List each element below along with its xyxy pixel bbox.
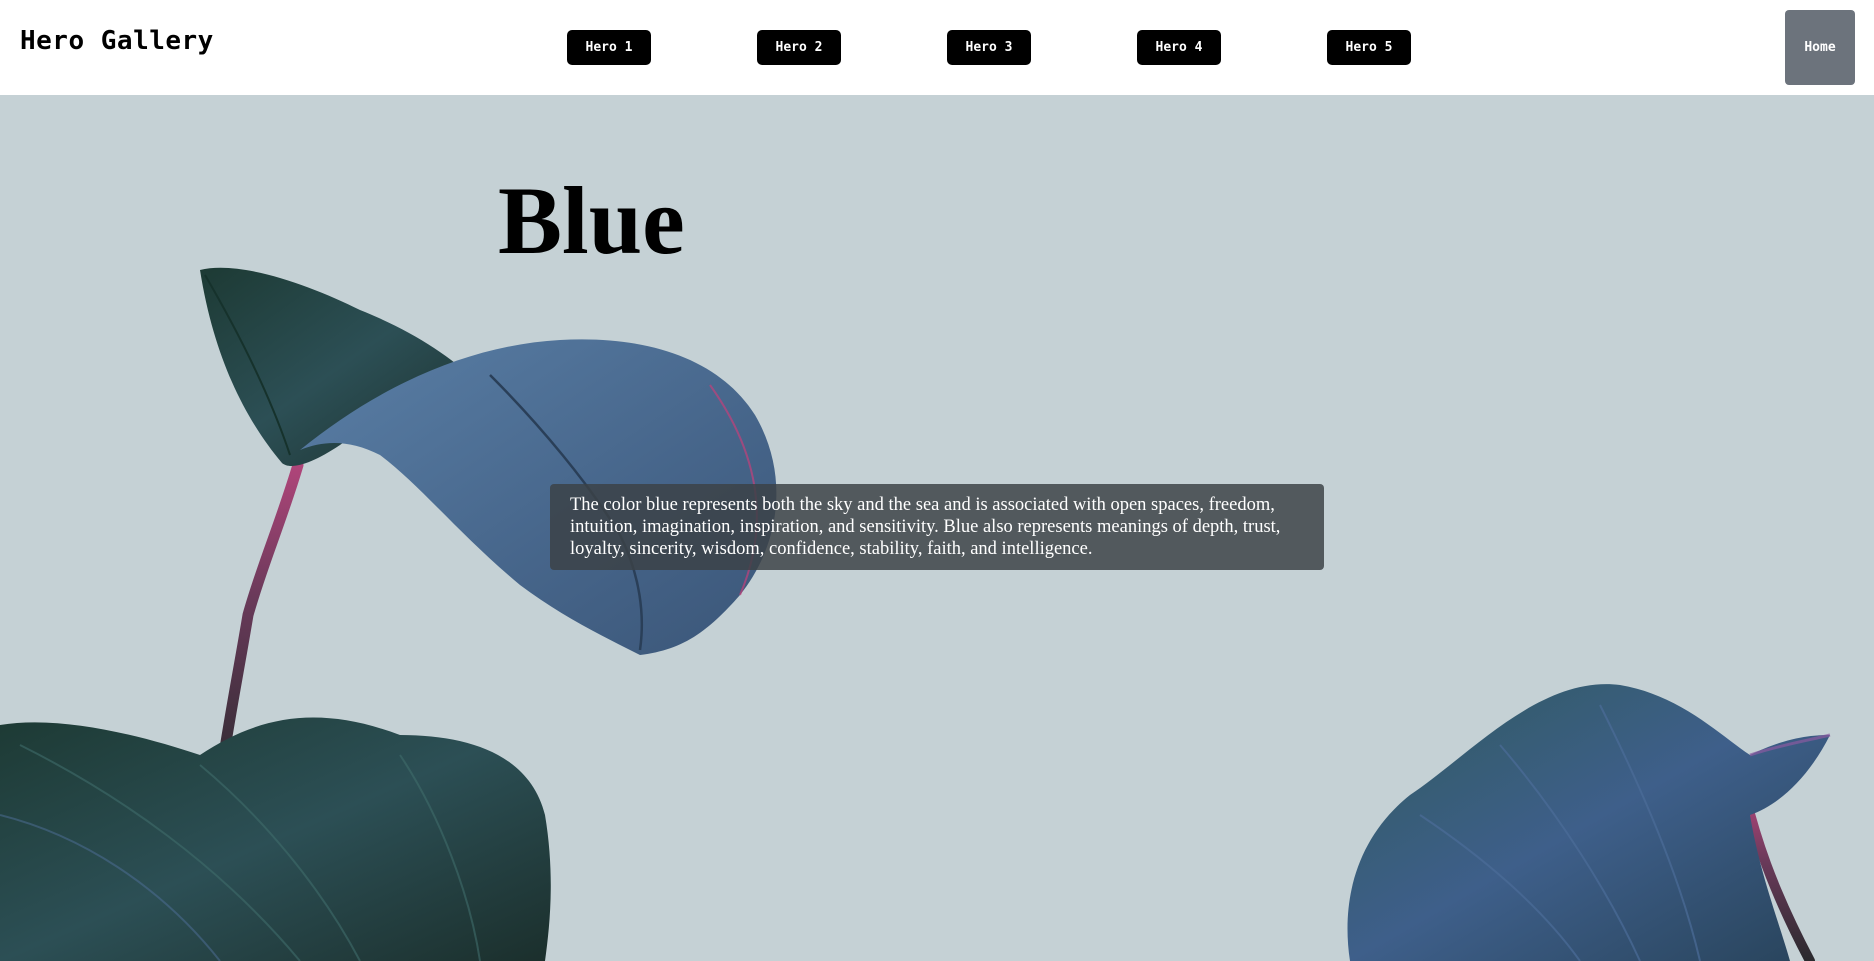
top-header: Hero Gallery Hero 1 Hero 2 Hero 3 Hero 4… [0, 0, 1874, 95]
nav-hero-5-button[interactable]: Hero 5 [1327, 30, 1411, 65]
hero-section: Blue The color blue represents both the … [0, 95, 1874, 961]
nav-hero-2-button[interactable]: Hero 2 [757, 30, 841, 65]
home-button[interactable]: Home [1785, 10, 1855, 85]
nav-hero-1-button[interactable]: Hero 1 [567, 30, 651, 65]
hero-title: Blue [498, 167, 685, 274]
nav-hero-4-button[interactable]: Hero 4 [1137, 30, 1221, 65]
hero-description: The color blue represents both the sky a… [550, 484, 1324, 570]
nav-hero-3-button[interactable]: Hero 3 [947, 30, 1031, 65]
brand-title: Hero Gallery [20, 26, 214, 56]
